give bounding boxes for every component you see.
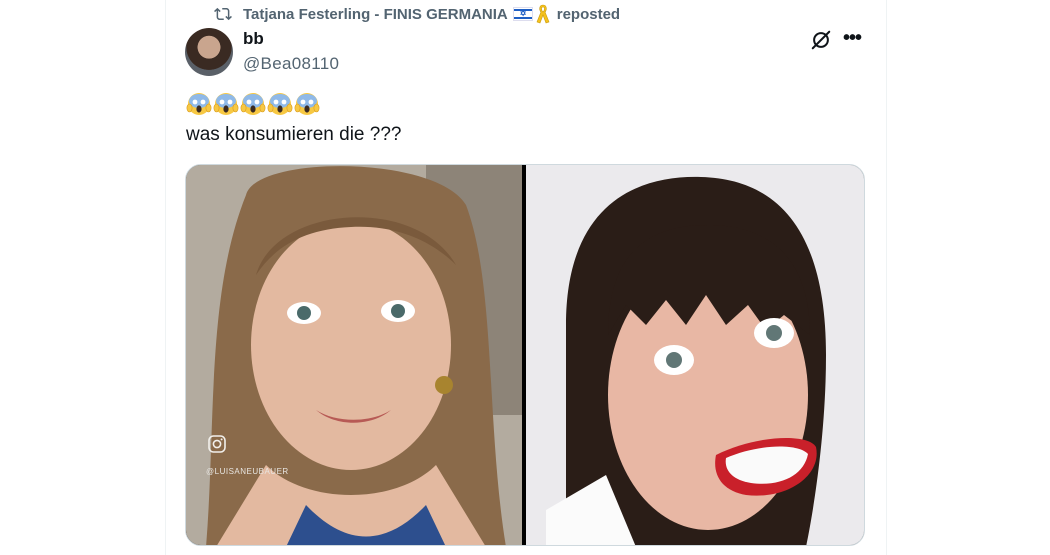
instagram-icon (208, 435, 226, 453)
screaming-emoji-icon (294, 91, 320, 125)
photo-left[interactable]: @LUISANEUBAUER (186, 165, 522, 545)
repost-user[interactable]: Tatjana Festerling - FINIS GERMANIA (243, 6, 508, 23)
more-options-button[interactable]: ••• (843, 27, 865, 51)
screaming-emoji-icon (186, 91, 212, 125)
israel-flag-icon: ✡ (512, 7, 533, 21)
watermark-handle: @LUISANEUBAUER (206, 467, 289, 476)
screaming-emoji-icon (240, 91, 266, 125)
emoji-row (186, 93, 846, 121)
screaming-emoji-icon (267, 91, 293, 125)
photo-right[interactable] (526, 165, 864, 545)
media-grid[interactable]: @LUISANEUBAUER (185, 164, 865, 546)
grok-icon[interactable] (810, 29, 832, 51)
photo-left-illustration (186, 165, 522, 545)
post-text-block: was konsumieren die ??? (186, 93, 846, 148)
post-text: was konsumieren die ??? (186, 124, 402, 145)
yellow-ribbon-icon (536, 4, 550, 24)
screaming-emoji-icon (213, 91, 239, 125)
avatar[interactable] (185, 28, 233, 76)
author-name[interactable]: bb (243, 29, 264, 49)
repost-header[interactable]: Tatjana Festerling - FINIS GERMANIA ✡ re… (214, 4, 620, 24)
photo-right-illustration (526, 165, 864, 545)
author-handle[interactable]: @Bea08110 (243, 54, 339, 74)
repost-icon (214, 7, 232, 21)
repost-suffix: reposted (556, 5, 621, 23)
